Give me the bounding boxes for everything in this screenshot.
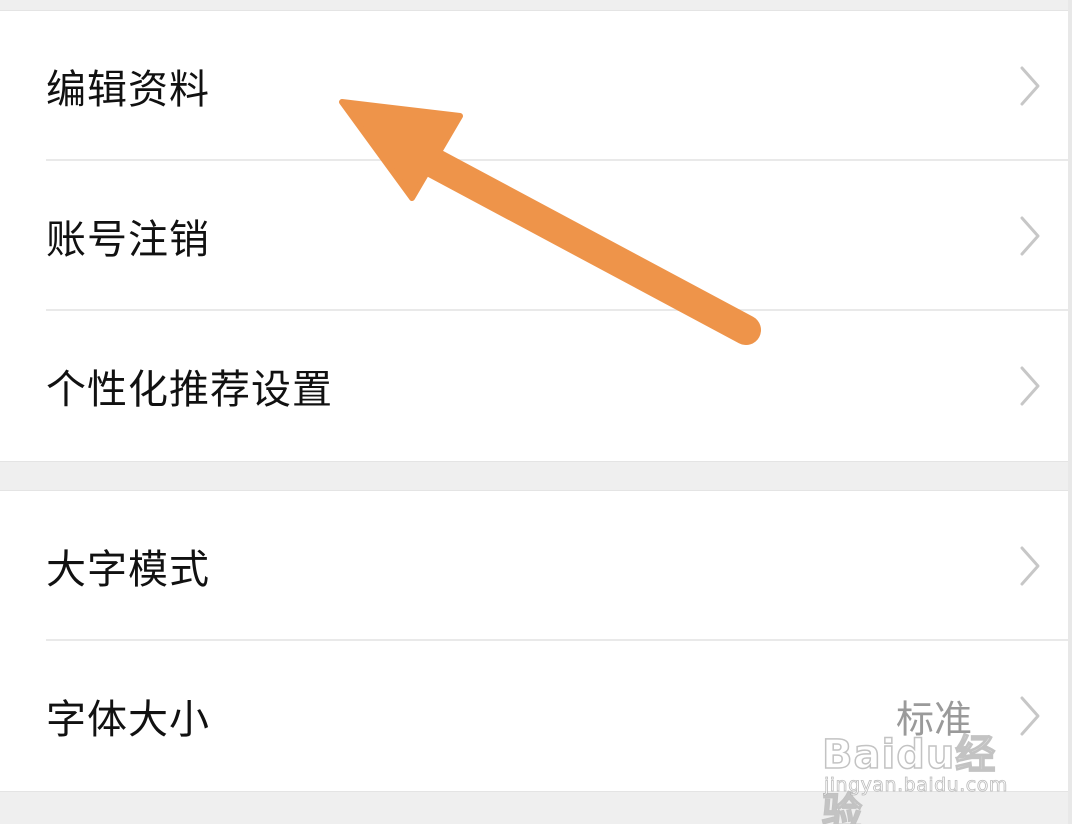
- chevron-right-icon: [1020, 366, 1040, 406]
- settings-item-label: 账号注销: [46, 217, 210, 263]
- font-size-value: 标准: [895, 697, 972, 742]
- settings-item-edit-profile[interactable]: 编辑资料: [0, 11, 1068, 161]
- settings-item-account-cancellation[interactable]: 账号注销: [0, 161, 1068, 311]
- chevron-right-icon: [1020, 696, 1040, 736]
- settings-page: 编辑资料 账号注销 个性化推荐设置 大字模式 字体大小 标准 Baidu经验 j…: [0, 0, 1072, 824]
- settings-item-font-size[interactable]: 字体大小 标准: [0, 641, 1068, 791]
- screen-edge: [1068, 0, 1072, 824]
- settings-group-display: 大字模式 字体大小 标准: [0, 490, 1068, 792]
- settings-item-label: 大字模式: [46, 547, 210, 593]
- chevron-right-icon: [1020, 546, 1040, 586]
- chevron-right-icon: [1020, 216, 1040, 256]
- settings-group-account: 编辑资料 账号注销 个性化推荐设置: [0, 10, 1068, 462]
- settings-item-label: 编辑资料: [46, 67, 210, 113]
- settings-item-personalized-recommendation[interactable]: 个性化推荐设置: [0, 311, 1068, 461]
- settings-item-label: 字体大小: [46, 697, 210, 743]
- settings-item-label: 个性化推荐设置: [46, 367, 333, 413]
- settings-item-large-text-mode[interactable]: 大字模式: [0, 491, 1068, 641]
- chevron-right-icon: [1020, 66, 1040, 106]
